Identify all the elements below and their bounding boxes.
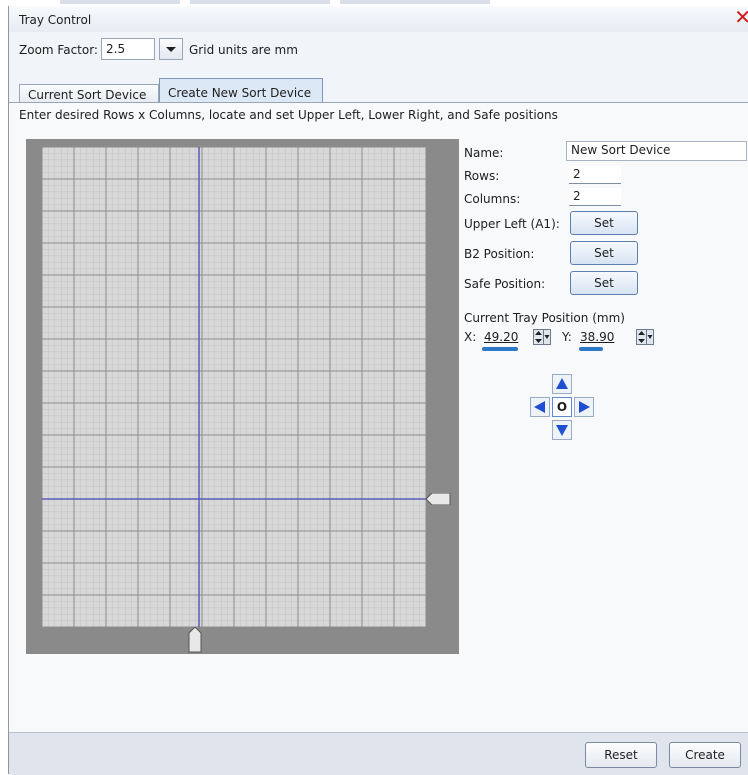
x-position-handle[interactable] [188, 627, 202, 653]
instructions-text: Enter desired Rows x Columns, locate and… [19, 108, 558, 122]
b2-position-label: B2 Position: [464, 247, 535, 261]
tab-label: Create New Sort Device [168, 86, 312, 100]
rows-value: 2 [573, 167, 581, 181]
reset-button[interactable]: Reset [585, 742, 657, 768]
y-progress-underline [579, 347, 603, 351]
move-left-icon[interactable] [530, 397, 550, 417]
reset-label: Reset [604, 748, 638, 762]
footer-bar: Reset Create [9, 732, 748, 775]
set-safe-position-button[interactable]: Set [570, 271, 638, 295]
title-bar: Tray Control ✕ [9, 6, 748, 32]
zoom-label: Zoom Factor: [19, 43, 98, 57]
columns-value: 2 [573, 189, 581, 203]
move-up-icon[interactable] [552, 374, 572, 394]
center-label: O [556, 400, 568, 414]
zoom-dropdown-button[interactable] [159, 38, 183, 60]
upper-left-label: Upper Left (A1): [464, 217, 560, 231]
top-strip-segment [60, 0, 180, 4]
zoom-factor-input[interactable]: 2.5 [101, 38, 155, 60]
name-field[interactable]: New Sort Device [566, 141, 747, 161]
tab-current-sort-device[interactable]: Current Sort Device [19, 84, 159, 102]
create-button[interactable]: Create [669, 742, 741, 768]
set-upper-left-button[interactable]: Set [570, 211, 638, 235]
x-progress-underline [482, 347, 518, 351]
x-position-value[interactable]: 49.20 [484, 330, 518, 344]
tray-control-window: Tray Control ✕ Zoom Factor: 2.5 Grid uni… [8, 6, 748, 775]
y-label: Y: [562, 330, 572, 344]
set-label: Set [594, 216, 614, 230]
y-position-value[interactable]: 38.90 [580, 330, 614, 344]
set-label: Set [594, 276, 614, 290]
set-label: Set [594, 246, 614, 260]
direction-pad: O [524, 374, 600, 442]
window-title: Tray Control [19, 13, 92, 27]
rows-field[interactable]: 2 [569, 166, 621, 184]
set-b2-position-button[interactable]: Set [570, 241, 638, 265]
left-margin [0, 6, 8, 774]
close-icon[interactable]: ✕ [734, 6, 748, 28]
tray-grid[interactable] [42, 147, 426, 627]
safe-position-label: Safe Position: [464, 277, 546, 291]
create-label: Create [685, 748, 725, 762]
move-right-icon[interactable] [574, 397, 594, 417]
move-down-icon[interactable] [552, 420, 572, 440]
tab-create-new-sort-device[interactable]: Create New Sort Device [159, 78, 323, 102]
x-label: X: [464, 330, 477, 344]
tray-position-header: Current Tray Position (mm) [464, 311, 625, 325]
x-spin-icon[interactable] [533, 329, 551, 345]
top-strip-segment [340, 0, 490, 4]
zoom-factor-value: 2.5 [106, 42, 126, 56]
columns-field[interactable]: 2 [569, 188, 621, 206]
rows-label: Rows: [464, 169, 500, 183]
tab-content: Enter desired Rows x Columns, locate and… [9, 102, 748, 733]
columns-label: Columns: [464, 192, 521, 206]
top-strip-segment [190, 0, 330, 4]
tray-grid-frame [26, 139, 459, 654]
tab-label: Current Sort Device [28, 88, 147, 102]
grid-units-note: Grid units are mm [189, 43, 298, 57]
name-label: Name: [464, 146, 504, 160]
name-value: New Sort Device [571, 143, 671, 157]
y-spin-icon[interactable] [636, 329, 654, 345]
center-home-button[interactable]: O [552, 397, 572, 417]
y-position-handle[interactable] [426, 493, 452, 505]
